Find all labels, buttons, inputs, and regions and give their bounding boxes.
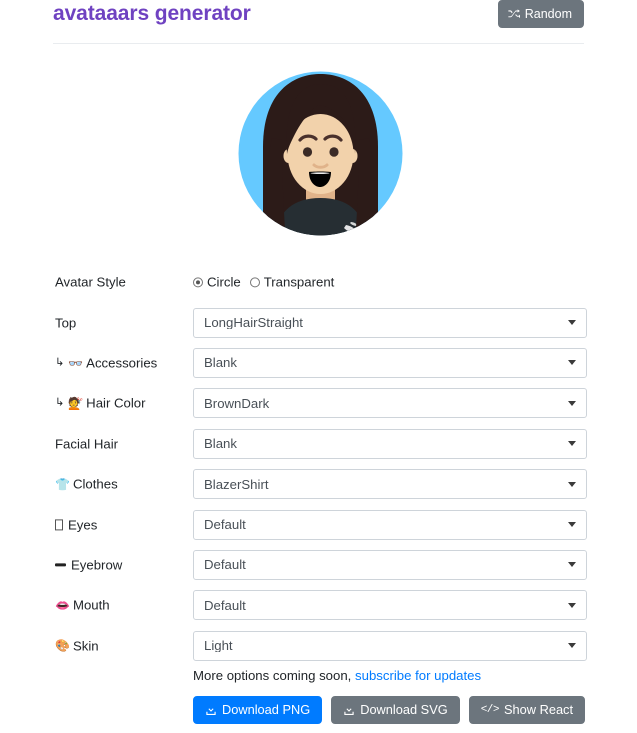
- palette-icon: 🎨: [55, 638, 70, 653]
- mouth-icon: 👄: [55, 598, 70, 613]
- label-skin: 🎨 Skin: [55, 639, 99, 652]
- label-text: Accessories: [86, 355, 158, 371]
- label-mouth: 👄 Mouth: [55, 599, 110, 612]
- button-label: Download PNG: [222, 701, 311, 717]
- sub-item-arrow-icon: ↳: [55, 396, 65, 409]
- hair-dye-icon: 💇: [68, 396, 84, 411]
- select-value: Default: [204, 598, 246, 612]
- label-text: Eyes: [68, 516, 98, 532]
- footer: More options coming soon, subscribe for …: [193, 668, 593, 724]
- chevron-down-icon: [568, 562, 576, 568]
- glasses-icon: 👓: [68, 355, 84, 370]
- radio-indicator[interactable]: [193, 277, 203, 288]
- form-row: ↳ 👓 Accessories Blank: [0, 343, 637, 383]
- select-clothes[interactable]: BlazerShirt: [193, 469, 587, 500]
- note-text: More options coming soon,: [193, 668, 352, 683]
- random-button[interactable]: Random: [497, 0, 584, 28]
- action-button-row: Download PNG Download SVG </> Show React: [193, 696, 593, 724]
- chevron-down-icon: [568, 481, 576, 487]
- select-mouth[interactable]: Default: [193, 590, 587, 621]
- label-text: Hair Color: [86, 395, 146, 411]
- button-label: Show React: [504, 701, 574, 717]
- form-row: ↳ 💇 Hair Color BrownDark: [0, 383, 637, 423]
- label-top: Top: [55, 316, 76, 329]
- chevron-down-icon: [568, 441, 576, 447]
- shuffle-icon: [508, 8, 520, 20]
- select-skin[interactable]: Light: [193, 630, 587, 661]
- radio-option-transparent[interactable]: Transparent: [249, 274, 335, 290]
- select-hair-color[interactable]: BrownDark: [193, 388, 587, 419]
- radio-label: Transparent: [263, 274, 335, 290]
- label-text: Skin: [72, 638, 99, 654]
- avatar-options-form: Avatar Style Circle Transparent Top LongHair…: [0, 262, 637, 666]
- select-top[interactable]: LongHairStraight: [193, 307, 587, 338]
- radio-option-circle[interactable]: Circle: [193, 274, 241, 290]
- eyebrow-icon: [55, 563, 66, 567]
- chevron-down-icon: [568, 602, 576, 608]
- select-value: BlazerShirt: [204, 477, 269, 491]
- label-facial-hair: Facial Hair: [55, 437, 118, 450]
- label-avatar-style: Avatar Style: [55, 274, 126, 290]
- label-text: Avatar Style: [55, 274, 126, 290]
- chevron-down-icon: [568, 400, 576, 406]
- download-png-button[interactable]: Download PNG: [193, 696, 323, 724]
- label-text: Mouth: [72, 597, 110, 613]
- show-react-button[interactable]: </> Show React: [468, 696, 586, 724]
- select-value: Light: [204, 639, 233, 653]
- random-button-label: Random: [524, 6, 572, 21]
- download-icon: [343, 704, 355, 716]
- chevron-down-icon: [568, 360, 576, 366]
- label-text: Top: [55, 314, 77, 330]
- label-hair-color: ↳ 💇 Hair Color: [55, 397, 146, 410]
- label-accessories: ↳ 👓 Accessories: [55, 356, 157, 369]
- radio-indicator[interactable]: [249, 277, 260, 288]
- avatar-svg: [238, 71, 403, 236]
- form-row: Eyebrow Default: [0, 545, 637, 585]
- code-icon: </>: [480, 703, 500, 716]
- eyes-icon: [55, 519, 63, 531]
- page-title: avataaars generator: [53, 2, 251, 25]
- select-value: BrownDark: [204, 396, 270, 410]
- download-svg-button[interactable]: Download SVG: [331, 696, 460, 724]
- tshirt-icon: 👕: [55, 477, 70, 492]
- label-text: Clothes: [72, 476, 118, 492]
- chevron-down-icon: [568, 522, 576, 528]
- select-accessories[interactable]: Blank: [193, 347, 587, 378]
- select-value: Default: [204, 517, 246, 532]
- subscribe-link[interactable]: subscribe for updates: [355, 668, 481, 683]
- chevron-down-icon: [568, 320, 576, 326]
- radio-label: Circle: [207, 274, 241, 290]
- avatar-preview: [238, 62, 403, 245]
- form-row: 👕 Clothes BlazerShirt: [0, 464, 637, 504]
- select-value: LongHairStraight: [204, 315, 303, 330]
- button-label: Download SVG: [360, 701, 448, 717]
- select-facial-hair[interactable]: Blank: [193, 428, 587, 459]
- more-options-note: More options coming soon, subscribe for …: [193, 668, 593, 684]
- chevron-down-icon: [568, 643, 576, 649]
- label-eyes: Eyes: [55, 518, 97, 531]
- avataaars-generator-page: avataaars generator Random Avatar Style …: [0, 0, 637, 733]
- form-row: 👄 Mouth Default: [0, 585, 637, 625]
- avatar-style-radio-group: Circle Transparent: [193, 274, 335, 290]
- label-text: Facial Hair: [55, 436, 119, 452]
- select-value: Blank: [204, 356, 237, 370]
- select-eyebrow[interactable]: Default: [193, 549, 587, 580]
- form-row: Eyes Default: [0, 504, 637, 544]
- select-value: Default: [204, 558, 246, 572]
- download-icon: [205, 704, 217, 716]
- label-clothes: 👕 Clothes: [55, 476, 118, 492]
- form-row: Avatar Style Circle Transparent: [0, 262, 637, 302]
- form-row: Top LongHairStraight: [0, 302, 637, 342]
- select-eyes[interactable]: Default: [193, 509, 587, 540]
- select-value: Blank: [204, 437, 237, 451]
- label-text: Eyebrow: [71, 557, 123, 573]
- header: avataaars generator Random: [53, 0, 584, 44]
- form-row: 🎨 Skin Light: [0, 626, 637, 666]
- form-row: Facial Hair Blank: [0, 424, 637, 464]
- header-divider: [53, 43, 584, 44]
- label-eyebrow: Eyebrow: [55, 557, 123, 573]
- sub-item-arrow-icon: ↳: [55, 356, 65, 369]
